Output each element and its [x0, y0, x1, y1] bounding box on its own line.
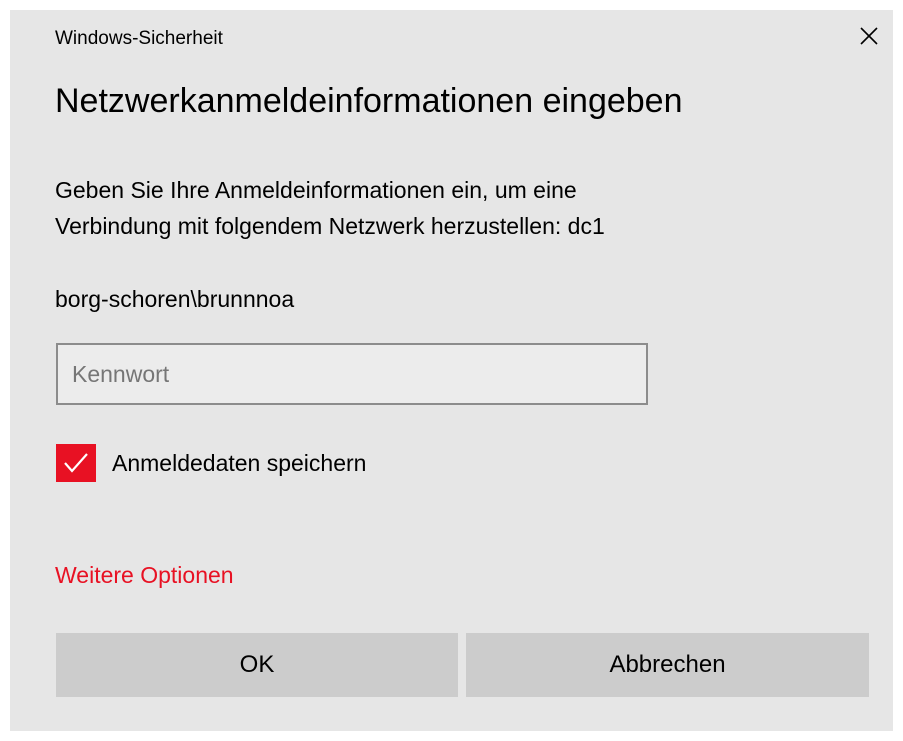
- remember-label: Anmeldedaten speichern: [112, 449, 367, 476]
- remember-credentials-checkbox[interactable]: Anmeldedaten speichern: [56, 444, 366, 482]
- dialog-heading: Netzwerkanmeldeinformationen eingeben: [55, 82, 683, 120]
- description-line-2: Verbindung mit folgendem Netzwerk herzus…: [55, 213, 605, 239]
- checkmark-icon: [64, 453, 88, 473]
- close-icon: [860, 27, 878, 45]
- description-line-1: Geben Sie Ihre Anmeldeinformationen ein,…: [55, 177, 577, 203]
- username-label: borg-schoren\brunnnoa: [55, 286, 295, 312]
- close-button[interactable]: [853, 20, 885, 52]
- window-title: Windows-Sicherheit: [55, 28, 223, 49]
- cancel-button[interactable]: Abbrechen: [466, 633, 869, 697]
- checkbox-box[interactable]: [56, 444, 96, 482]
- credentials-dialog: Windows-Sicherheit Netzwerkanmeldeinform…: [10, 10, 893, 731]
- dialog-description: Geben Sie Ihre Anmeldeinformationen ein,…: [55, 172, 855, 244]
- password-field[interactable]: [56, 343, 648, 405]
- more-options-link[interactable]: Weitere Optionen: [55, 562, 234, 589]
- ok-button[interactable]: OK: [56, 633, 458, 697]
